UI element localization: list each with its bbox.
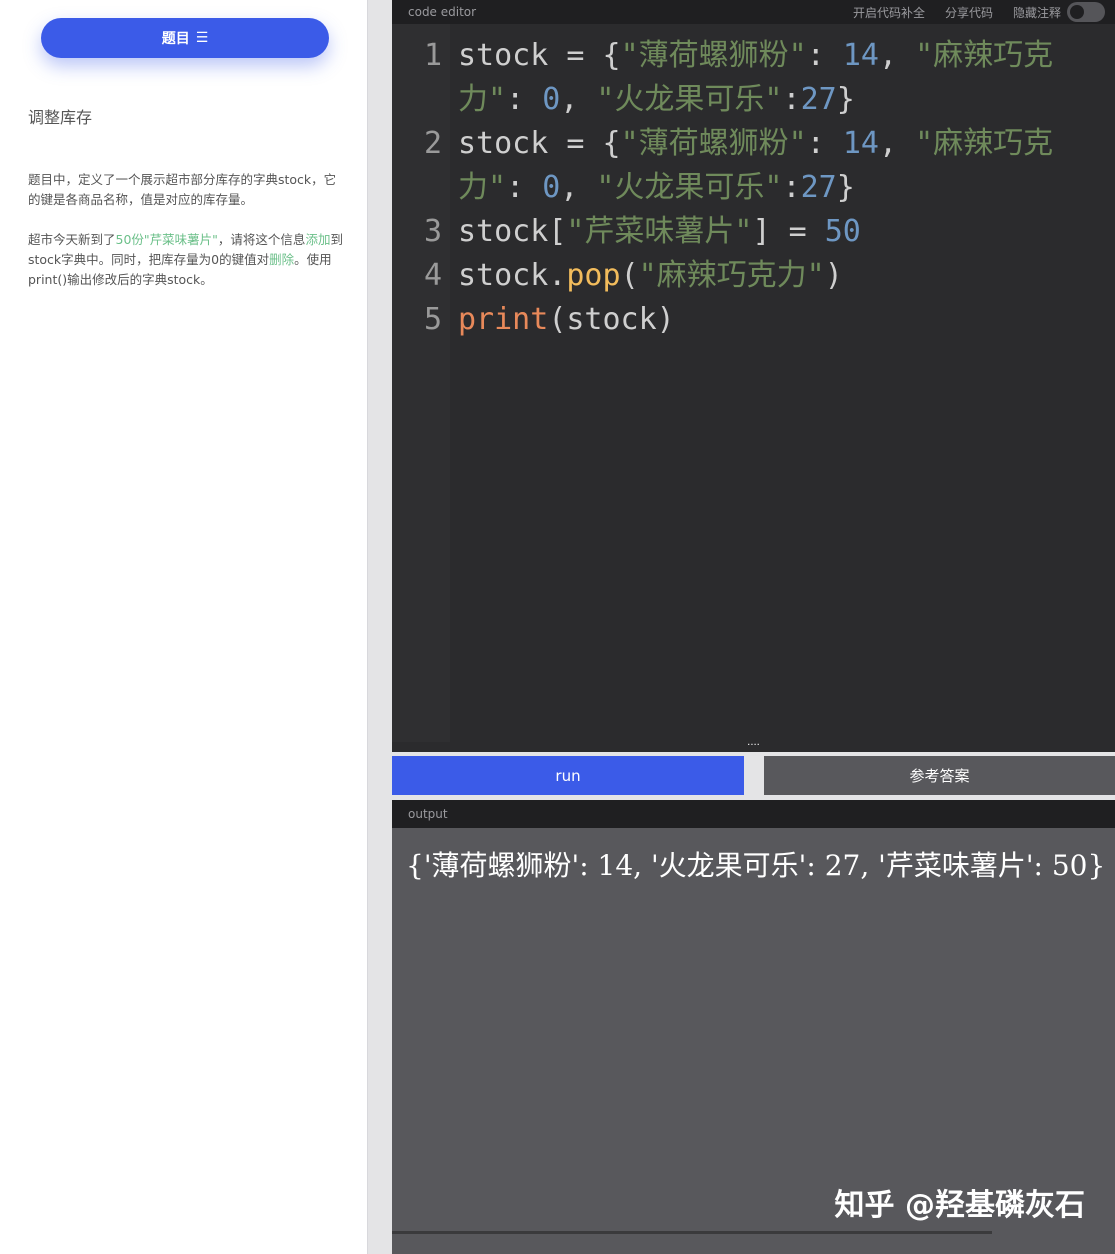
topic-button-label: 题目 bbox=[161, 31, 190, 47]
code-token: : bbox=[506, 82, 543, 117]
code-token: , bbox=[560, 170, 597, 205]
line-number: 1 bbox=[423, 38, 442, 73]
code-token: } bbox=[836, 170, 855, 205]
code-token: 50 bbox=[824, 214, 861, 249]
code-token: ( bbox=[620, 258, 639, 293]
code-token: 14 bbox=[842, 38, 879, 73]
code-token: stock = { bbox=[458, 126, 621, 161]
code-text[interactable]: stock["芹菜味薯片"] = 50 bbox=[450, 210, 1070, 254]
code-token: "芹菜味薯片" bbox=[566, 214, 753, 249]
run-button[interactable]: run bbox=[392, 756, 744, 795]
code-token: pop bbox=[566, 258, 621, 293]
code-token: , bbox=[878, 126, 916, 161]
code-token: : bbox=[506, 170, 543, 205]
share-code-button[interactable]: 分享代码 bbox=[945, 4, 993, 21]
code-token: } bbox=[836, 82, 855, 117]
code-token: 14 bbox=[842, 126, 879, 161]
reference-answer-button[interactable]: 参考答案 bbox=[764, 756, 1115, 795]
code-token: ] = bbox=[752, 214, 825, 249]
instruction-highlight-add: 添加 bbox=[305, 232, 331, 247]
output-panel: output {'薄荷螺狮粉': 14, '火龙果可乐': 27, '芹菜味薯片… bbox=[392, 800, 1115, 1254]
problem-description: 题目中，定义了一个展示超市部分库存的字典stock，它的键是各商品名称，值是对应… bbox=[28, 172, 337, 207]
editor-tools: 开启代码补全 分享代码 隐藏注释 bbox=[853, 2, 1105, 22]
code-text[interactable]: stock = {"薄荷螺狮粉": 14, "麻辣巧克力": 0, "火龙果可乐… bbox=[450, 34, 1070, 122]
line-number: 3 bbox=[423, 214, 442, 249]
code-line[interactable]: 4 stock.pop("麻辣巧克力") bbox=[392, 254, 1115, 298]
code-token: 0 bbox=[542, 82, 561, 117]
code-token: 0 bbox=[542, 170, 561, 205]
code-token: stock = { bbox=[458, 38, 621, 73]
line-number: 2 bbox=[423, 126, 442, 161]
code-area[interactable]: 1 stock = {"薄荷螺狮粉": 14, "麻辣巧克力": 0, "火龙果可… bbox=[392, 34, 1115, 342]
line-number: 5 bbox=[423, 302, 442, 337]
code-token: : bbox=[806, 126, 843, 161]
code-token: : bbox=[782, 82, 801, 117]
code-text[interactable]: stock.pop("麻辣巧克力") bbox=[450, 254, 1070, 298]
topic-button[interactable]: 题目 ☰ bbox=[41, 18, 329, 58]
code-token: print bbox=[458, 302, 549, 337]
code-token: "薄荷螺狮粉" bbox=[620, 38, 807, 73]
code-line[interactable]: 2 stock = {"薄荷螺狮粉": 14, "麻辣巧克力": 0, "火龙果可… bbox=[392, 122, 1115, 210]
code-line[interactable]: 3 stock["芹菜味薯片"] = 50 bbox=[392, 210, 1115, 254]
code-token: "薄荷螺狮粉" bbox=[620, 126, 807, 161]
code-token: : bbox=[782, 170, 801, 205]
line-number: 4 bbox=[423, 258, 442, 293]
output-header: output bbox=[392, 800, 1115, 828]
autocomplete-toggle[interactable]: 开启代码补全 bbox=[853, 4, 925, 21]
lesson-title: 调整库存 bbox=[28, 108, 93, 127]
code-token: , bbox=[878, 38, 916, 73]
code-token: 27 bbox=[800, 82, 837, 117]
resize-handle[interactable]: ···· bbox=[392, 741, 1115, 752]
code-token: "麻辣巧克力" bbox=[638, 258, 825, 293]
code-token: stock. bbox=[458, 258, 567, 293]
instruction-text: ，请将这个信息 bbox=[217, 232, 306, 247]
menu-icon: ☰ bbox=[195, 30, 209, 46]
code-token: (stock) bbox=[548, 302, 675, 337]
watermark: 知乎 @羟基磷灰石 bbox=[834, 1188, 1085, 1223]
instruction-text: 超市今天新到了 bbox=[28, 232, 116, 247]
output-title: output bbox=[408, 807, 448, 821]
output-scrollbar[interactable] bbox=[392, 1231, 992, 1234]
editor-title: code editor bbox=[408, 5, 477, 19]
code-text[interactable]: print(stock) bbox=[450, 298, 1070, 342]
code-text[interactable]: stock = {"薄荷螺狮粉": 14, "麻辣巧克力": 0, "火龙果可乐… bbox=[450, 122, 1070, 210]
code-token: "火龙果可乐" bbox=[596, 170, 783, 205]
code-token: ) bbox=[824, 258, 843, 293]
instruction-highlight: 50份"芹菜味薯片" bbox=[115, 232, 218, 247]
left-panel: 题目 ☰ 调整库存 题目中，定义了一个展示超市部分库存的字典stock，它的键是… bbox=[0, 0, 368, 1254]
code-token: 27 bbox=[800, 170, 837, 205]
code-token: "火龙果可乐" bbox=[596, 82, 783, 117]
code-line[interactable]: 5 print(stock) bbox=[392, 298, 1115, 342]
code-token: : bbox=[806, 38, 843, 73]
code-token: stock[ bbox=[458, 214, 567, 249]
output-text: {'薄荷螺狮粉': 14, '火龙果可乐': 27, '芹菜味薯片': 50} bbox=[406, 849, 1106, 882]
hide-comments-label: 隐藏注释 bbox=[1012, 5, 1061, 20]
code-editor[interactable]: code editor 开启代码补全 分享代码 隐藏注释 1 stock = {"… bbox=[392, 0, 1115, 752]
instruction-highlight-delete: 删除 bbox=[269, 252, 295, 267]
code-line[interactable]: 1 stock = {"薄荷螺狮粉": 14, "麻辣巧克力": 0, "火龙果可… bbox=[392, 34, 1115, 122]
editor-header: code editor 开启代码补全 分享代码 隐藏注释 bbox=[392, 0, 1115, 24]
hide-comments-switch[interactable] bbox=[1067, 2, 1105, 22]
code-token: , bbox=[560, 82, 597, 117]
hide-comments-control[interactable]: 隐藏注释 bbox=[1013, 2, 1105, 22]
problem-instructions: 超市今天新到了50份"芹菜味薯片"，请将这个信息添加到stock字典中。同时，把… bbox=[28, 230, 348, 290]
